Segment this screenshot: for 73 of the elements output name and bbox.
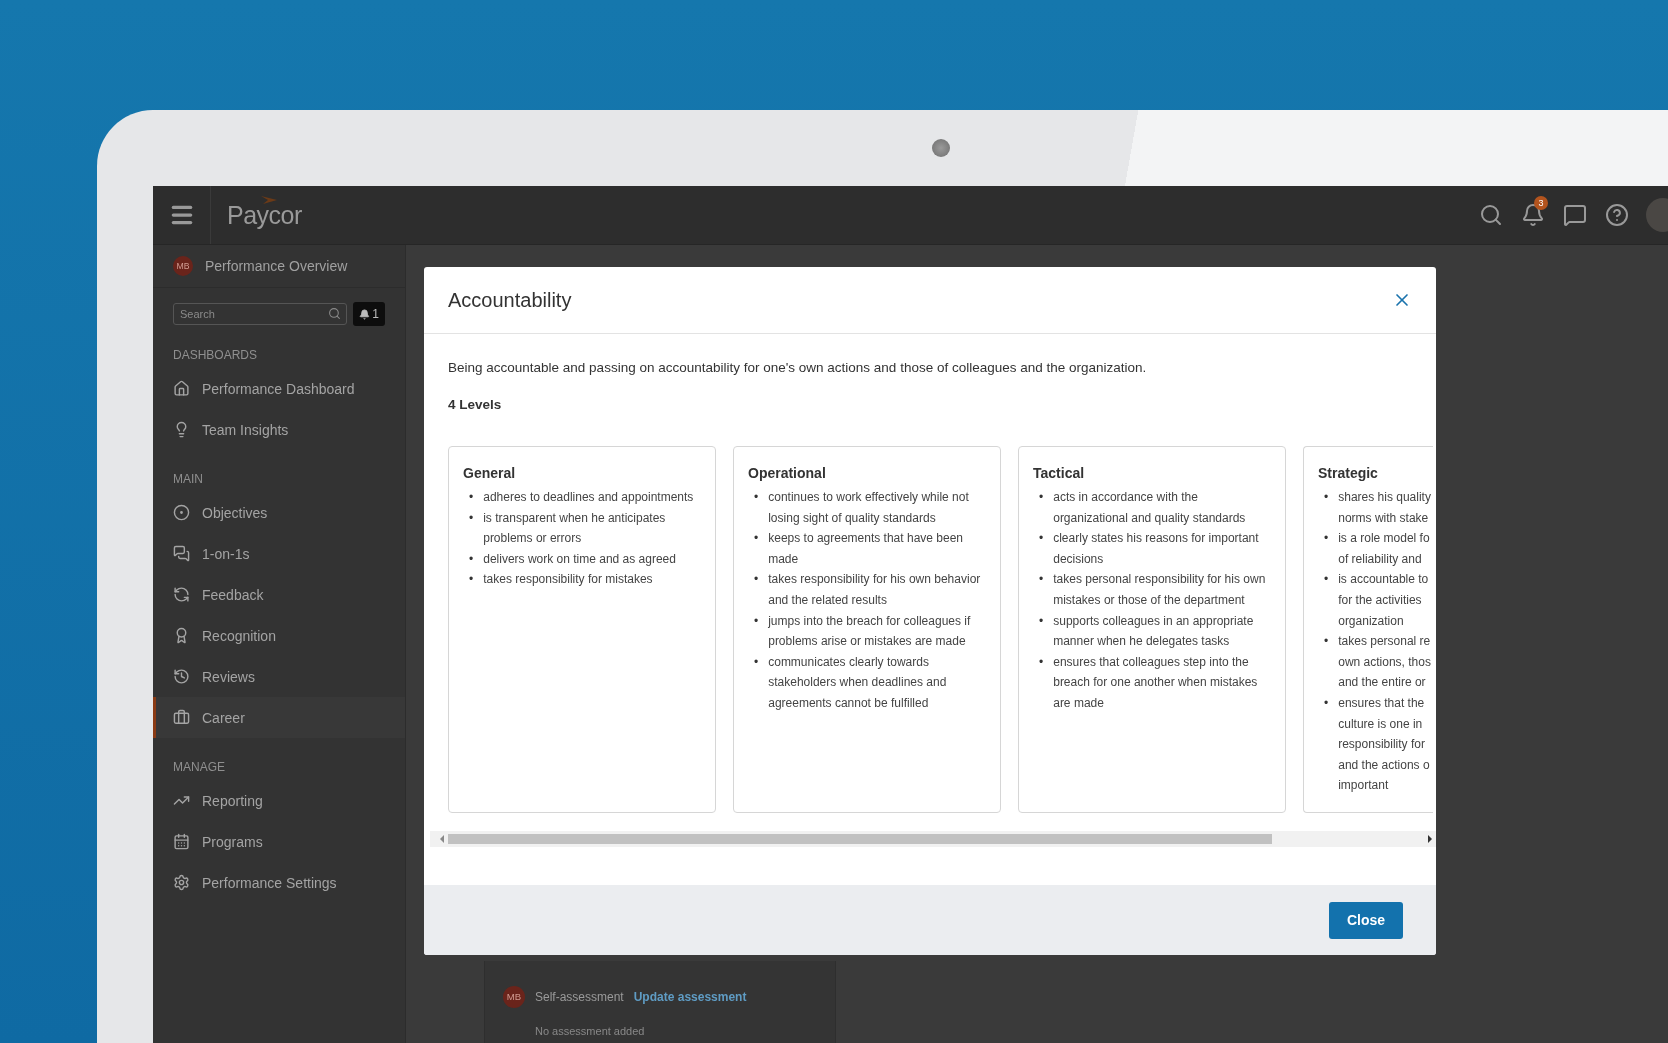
level-title: Operational [748,465,827,481]
history-icon [173,668,190,685]
modal-title: Accountability [448,288,572,312]
bullet-mark: • [1324,694,1329,712]
section-heading: MANAGE [172,759,226,776]
bullet-mark: • [1039,571,1044,589]
bullet-mark: • [1039,489,1044,506]
notification-badge: 3 [1534,196,1548,210]
calendar-icon [173,833,190,850]
bullet-mark: • [1039,612,1044,630]
close-button[interactable]: Close [1328,901,1403,939]
bullet-mark: • [754,653,759,671]
section-heading: MAIN [172,471,204,488]
search-icon [1479,203,1503,227]
sidebar-title: Performance Overview [205,258,348,274]
bullet-mark: • [1324,571,1329,589]
level-bullet: communicates clearly towards stakeholders when deadlines and agreements cannot be fulfilled [768,653,948,712]
assessment-label: Self-assessment [535,989,624,1004]
user-avatar: MB [503,985,525,1008]
alerts-button[interactable]: 1 [353,302,385,326]
level-bullet: ensures that colleagues step into the breach for one another when mistakes are made [1053,653,1259,712]
sidebar-item[interactable]: Programs [153,821,405,862]
bullet-mark: • [469,571,474,589]
user-avatar: MB [173,256,193,276]
bullet-mark: • [469,509,474,527]
sidebar-item[interactable]: Performance Dashboard [153,368,405,409]
sidebar-item[interactable]: Recognition [153,615,405,656]
bullet-mark: • [1324,489,1329,506]
help-icon [1605,203,1629,227]
bullet-mark: • [1324,530,1329,548]
bullet-mark: • [1039,653,1044,671]
update-link[interactable]: Update assessment [633,989,835,1004]
house-icon [173,380,190,397]
level-title: General [463,465,517,481]
bell-icon [359,308,371,320]
sidebar-item[interactable]: Reviews [153,656,405,697]
chat-icon [1563,203,1587,227]
bullet-mark: • [1324,633,1329,651]
sidebar-item[interactable]: Career [153,697,405,738]
target-icon [173,504,190,521]
sidebar-item[interactable]: Reporting [153,780,405,821]
sidebar-item[interactable]: Feedback [153,574,405,615]
sidebar-item[interactable]: Team Insights [153,409,405,450]
chat-bubbles-icon [173,545,190,562]
bullet-mark: • [754,530,759,548]
horizontal-scrollbar[interactable] [430,831,1436,847]
bullet-mark: • [1039,530,1044,548]
bullet-mark: • [754,489,759,506]
gear-icon [173,874,190,891]
bullet-mark: • [754,571,759,589]
camera-icon [932,139,950,157]
assessment-note: No assessment added [535,1024,646,1037]
bullet-mark: • [469,550,474,568]
search-field[interactable]: Search [173,303,348,325]
bullet-mark: • [754,612,759,630]
level-bullet: delivers work on time and as agreed [483,550,676,568]
bullet-mark: • [469,489,474,506]
sidebar-item[interactable]: 1-on-1s [153,533,405,574]
sidebar-item[interactable]: Performance Settings [153,862,405,903]
level-bullet: adheres to deadlines and appointments [483,489,694,506]
search-icon [328,307,342,320]
level-title: Tactical [1033,465,1086,481]
refresh-icon [173,586,190,603]
logo: Paycor [227,200,302,230]
level-bullet: ensures that the culture is one in responsibility for and the actions o important [1338,694,1430,795]
sidebar-item[interactable]: Objectives [153,492,405,533]
briefcase-icon [173,709,190,726]
levels-count: 4 Levels [448,397,503,412]
section-heading: DASHBOARDS [172,347,259,364]
level-title: Strategic [1318,465,1379,481]
level-bullet: takes responsibility for mistakes [483,571,653,589]
notifications-button[interactable]: 3 [1512,194,1554,236]
description: Being accountable and passing on accountability for one's own actions and those of colleagues and the organization. [448,360,1148,375]
